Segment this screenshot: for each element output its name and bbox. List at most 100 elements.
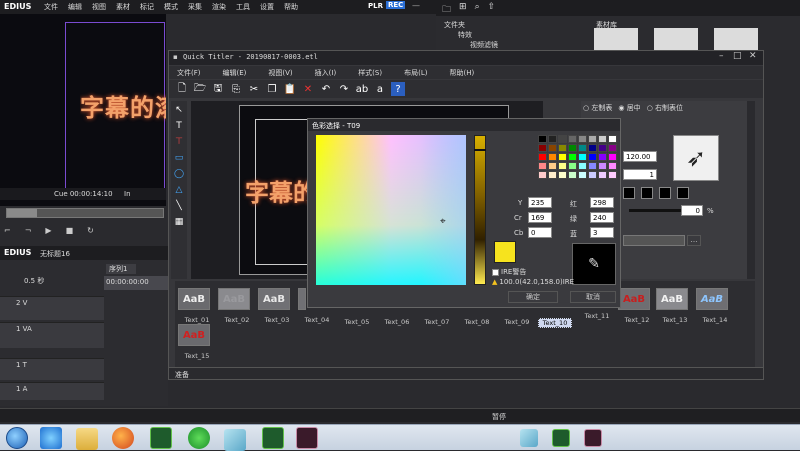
qt-menu-edit[interactable]: 编辑(E): [223, 68, 247, 77]
track-header-2v[interactable]: 2 V: [0, 296, 104, 320]
text-tool-icon[interactable]: T: [176, 121, 182, 131]
style-item-text-01[interactable]: AaB Text_01: [178, 288, 216, 324]
firefox-icon[interactable]: [112, 427, 134, 449]
vertical-text-tool-icon[interactable]: ⊤: [175, 137, 183, 147]
redo-icon[interactable]: ↷: [337, 82, 351, 96]
track-header-1va[interactable]: 1 VA: [0, 322, 104, 348]
style-label-text-08[interactable]: Text_08: [458, 318, 496, 326]
palette-swatch[interactable]: [538, 153, 547, 161]
minimize-icon[interactable]: —: [412, 1, 420, 10]
menu-help[interactable]: 帮助: [284, 2, 298, 12]
film-icon[interactable]: [296, 427, 318, 449]
menu-mode[interactable]: 模式: [164, 2, 178, 12]
hue-marker[interactable]: [474, 149, 486, 151]
palette-swatch[interactable]: [568, 153, 577, 161]
search-icon[interactable]: ⌕: [475, 2, 480, 14]
palette-swatch[interactable]: [568, 162, 577, 170]
qt-maximize-button[interactable]: □: [733, 51, 742, 61]
palette-swatch[interactable]: [578, 144, 587, 152]
mark-in-icon[interactable]: ⌐: [4, 226, 11, 238]
zoom-level[interactable]: 0.5 秒: [24, 276, 44, 286]
palette-swatch[interactable]: [558, 153, 567, 161]
style-item-text-14[interactable]: AaB Text_14: [696, 288, 734, 324]
menu-capture[interactable]: 采集: [188, 2, 202, 12]
loop-icon[interactable]: ↻: [87, 226, 94, 238]
folder-icon[interactable]: 🗀: [442, 2, 451, 15]
style-item-text-02[interactable]: AaB Text_02: [218, 288, 256, 324]
radio-left-tab[interactable]: ○ 左制表: [583, 103, 612, 113]
style-item-text-03[interactable]: AaB Text_03: [258, 288, 296, 324]
plr-label[interactable]: PLR: [368, 2, 383, 10]
palette-swatch[interactable]: [538, 162, 547, 170]
text-style-icon[interactable]: ab: [355, 82, 369, 96]
menu-settings[interactable]: 设置: [260, 2, 274, 12]
copy-icon[interactable]: ❐: [265, 82, 279, 96]
qt-menu-file[interactable]: 文件(F): [177, 68, 201, 77]
line-tool-icon[interactable]: ╲: [176, 201, 181, 211]
timeline-ruler[interactable]: 00:00:00:00: [104, 276, 168, 290]
qt-menu-layout[interactable]: 布局(L): [404, 68, 427, 77]
palette-swatch[interactable]: [558, 135, 567, 143]
cancel-button[interactable]: 取消: [570, 291, 616, 303]
cb-field[interactable]: 0: [528, 227, 552, 238]
start-orb[interactable]: [6, 427, 28, 449]
menu-clip[interactable]: 素材: [116, 2, 130, 12]
menu-marker[interactable]: 标记: [140, 2, 154, 12]
qt-menu-help[interactable]: 帮助(H): [449, 68, 474, 77]
y-field[interactable]: 235: [528, 197, 552, 208]
palette-swatch[interactable]: [608, 135, 617, 143]
hue-slider[interactable]: [474, 135, 486, 285]
ie-icon[interactable]: [40, 427, 62, 449]
cut-icon[interactable]: ✂: [247, 82, 261, 96]
palette-swatch[interactable]: [578, 135, 587, 143]
media-icon[interactable]: [262, 427, 284, 449]
style-item-text-12[interactable]: AaB Text_12: [618, 288, 656, 324]
style-item-text-11[interactable]: Text_11: [578, 312, 616, 320]
open-icon[interactable]: 🗁: [193, 82, 207, 96]
bin-thumb-1[interactable]: [594, 28, 638, 50]
qt-close-button[interactable]: ✕: [749, 51, 757, 61]
palette-swatch[interactable]: [608, 162, 617, 170]
palette-swatch[interactable]: [548, 153, 557, 161]
rec-badge[interactable]: REC: [386, 1, 406, 9]
style-label-text-09[interactable]: Text_09: [498, 318, 536, 326]
stop-icon[interactable]: ■: [66, 226, 74, 238]
menu-view[interactable]: 视图: [92, 2, 106, 12]
delete-icon[interactable]: ✕: [301, 82, 315, 96]
palette-swatch[interactable]: [608, 153, 617, 161]
paste-icon[interactable]: 📋: [283, 82, 297, 96]
green-app-icon[interactable]: [150, 427, 172, 449]
palette-swatch[interactable]: [588, 153, 597, 161]
menu-file[interactable]: 文件: [44, 2, 58, 12]
rectangle-tool-icon[interactable]: ▭: [175, 153, 184, 163]
swatch-4[interactable]: [677, 187, 689, 199]
tray-tablet-icon[interactable]: [520, 429, 538, 447]
palette-swatch[interactable]: [548, 144, 557, 152]
sequence-tab[interactable]: 序列1: [106, 264, 136, 274]
bin-tree-effects[interactable]: 特效: [458, 30, 472, 40]
palette-swatch[interactable]: [588, 162, 597, 170]
save-as-icon[interactable]: ⎘: [229, 82, 243, 96]
bin-thumb-2[interactable]: [654, 28, 698, 50]
undo-icon[interactable]: ↶: [319, 82, 333, 96]
style-item-text-15[interactable]: AaB Text_15: [178, 324, 216, 360]
palette-swatch[interactable]: [538, 171, 547, 179]
palette-swatch[interactable]: [538, 135, 547, 143]
bin-thumb-3[interactable]: [714, 28, 758, 50]
palette-swatch[interactable]: [608, 144, 617, 152]
palette-swatch[interactable]: [608, 171, 617, 179]
mark-out-icon[interactable]: ¬: [25, 226, 32, 238]
track-header-1a[interactable]: 1 A: [0, 382, 104, 400]
qt-scrollbar[interactable]: [747, 101, 755, 279]
swatch-1[interactable]: [623, 187, 635, 199]
spin-field[interactable]: 1: [623, 169, 657, 180]
style-label-text-07[interactable]: Text_07: [418, 318, 456, 326]
select-tool-icon[interactable]: ↖: [175, 105, 183, 115]
palette-swatch[interactable]: [598, 162, 607, 170]
up-icon[interactable]: ⇧: [488, 2, 496, 14]
help-icon[interactable]: ?: [391, 82, 405, 96]
slider-track[interactable]: [629, 209, 681, 212]
palette-swatch[interactable]: [578, 153, 587, 161]
swatch-3[interactable]: [659, 187, 671, 199]
menu-render[interactable]: 渲染: [212, 2, 226, 12]
